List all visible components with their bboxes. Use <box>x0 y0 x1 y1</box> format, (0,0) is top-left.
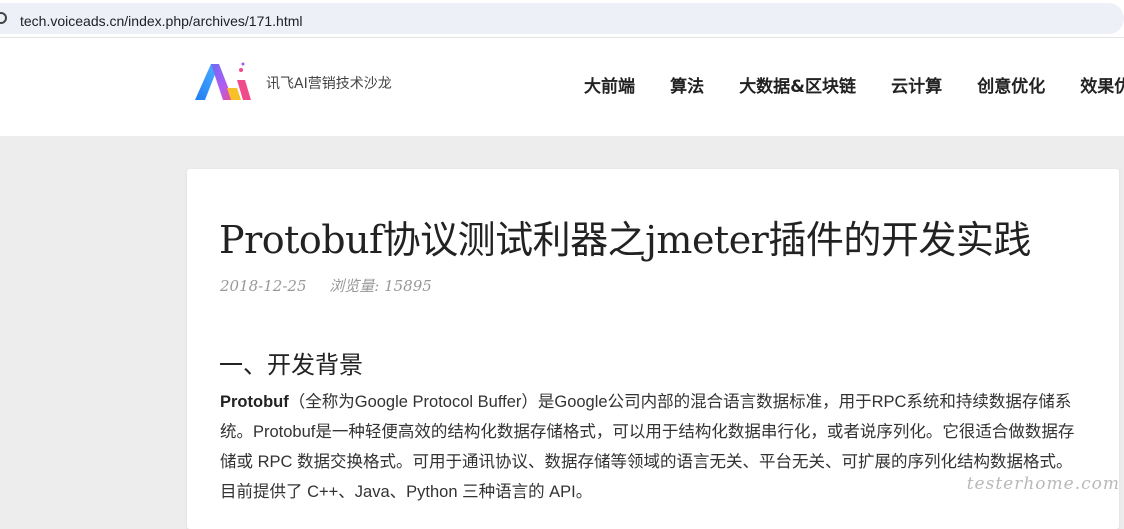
nav-item-algorithm[interactable]: 算法 <box>670 72 704 97</box>
article-meta: 2018-12-25 浏览量: 15895 <box>220 275 450 296</box>
nav-item-bigdata-blockchain[interactable]: 大数据&区块链 <box>739 72 856 97</box>
para-text: （全称为Google Protocol Buffer）是Google公司内部的混… <box>220 393 1075 501</box>
article-date: 2018-12-25 <box>220 277 307 295</box>
nav-item-cloud[interactable]: 云计算 <box>891 72 942 97</box>
browser-address-bar: tech.voiceads.cn/index.php/archives/171.… <box>0 0 1124 37</box>
article-paragraph: Protobuf（全称为Google Protocol Buffer）是Goog… <box>220 387 1082 507</box>
brand-name[interactable]: 讯飞AI营销技术沙龙 <box>266 73 392 93</box>
main-nav: 大前端 算法 大数据&区块链 云计算 创意优化 效果优 <box>584 72 1124 97</box>
section-heading: 一、开发背景 <box>219 351 363 379</box>
url-text[interactable]: tech.voiceads.cn/index.php/archives/171.… <box>20 13 303 29</box>
site-header: 讯飞AI营销技术沙龙 大前端 算法 大数据&区块链 云计算 创意优化 效果优 <box>0 37 1124 136</box>
site-info-icon[interactable] <box>0 12 7 24</box>
nav-item-frontend[interactable]: 大前端 <box>584 72 635 97</box>
url-field[interactable]: tech.voiceads.cn/index.php/archives/171.… <box>0 3 1124 34</box>
watermark: testerhome.com <box>966 474 1120 494</box>
article-title: Protobuf协议测试利器之jmeter插件的开发实践 <box>219 218 1031 262</box>
para-lead-bold: Protobuf <box>220 393 289 411</box>
nav-item-creative[interactable]: 创意优化 <box>977 72 1045 97</box>
article-views: 浏览量: 15895 <box>329 277 432 295</box>
site-logo[interactable] <box>193 58 261 106</box>
nav-item-performance[interactable]: 效果优 <box>1080 72 1124 97</box>
